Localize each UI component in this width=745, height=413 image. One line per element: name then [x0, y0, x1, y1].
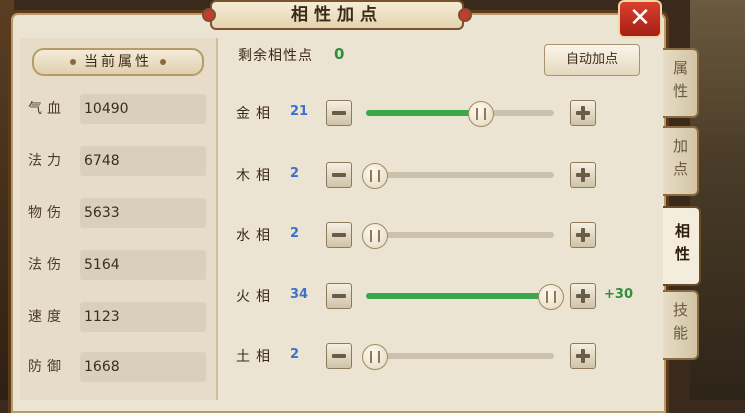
decrease-button[interactable] [326, 283, 352, 309]
attribute-label: 法力 [28, 153, 66, 169]
stat-slider[interactable] [366, 101, 554, 127]
attribute-value: 5633 [80, 198, 206, 228]
stat-value: 21 [290, 104, 309, 119]
close-button[interactable]: ✕ [618, 0, 662, 38]
stat-name: 火相 [236, 289, 276, 305]
current-attributes-header: 当前属性 [32, 48, 204, 76]
attribute-row-defense: 防御 1668 [28, 352, 214, 382]
slider-thumb[interactable] [361, 223, 388, 249]
stat-row-fire: 火相 34 +30 [236, 281, 656, 311]
tab-skills[interactable]: 技能 [663, 290, 699, 360]
slider-fill [366, 110, 480, 116]
attribute-label: 物伤 [28, 205, 66, 221]
decrease-button[interactable] [326, 100, 352, 126]
stat-value: 34 [290, 287, 309, 302]
attribute-row-hp: 气血 10490 [28, 94, 214, 124]
tab-affinity[interactable]: 相性 [663, 206, 701, 286]
slider-thumb[interactable] [361, 344, 388, 370]
ornament-dot-icon [160, 59, 166, 65]
increase-button[interactable] [570, 343, 596, 369]
increase-button[interactable] [570, 283, 596, 309]
slider-thumb[interactable] [361, 163, 388, 189]
decrease-button[interactable] [326, 222, 352, 248]
stat-slider[interactable] [361, 163, 554, 189]
attribute-label: 速度 [28, 309, 66, 325]
slider-fill [366, 293, 551, 299]
stat-slider[interactable] [361, 223, 554, 249]
attribute-row-speed: 速度 1123 [28, 302, 214, 332]
attribute-label: 气血 [28, 101, 66, 117]
remaining-points-label: 剩余相性点 [238, 48, 313, 64]
stat-value: 2 [290, 347, 300, 362]
stat-name: 木相 [236, 168, 276, 184]
attribute-row-mana: 法力 6748 [28, 146, 214, 176]
increase-button[interactable] [570, 100, 596, 126]
stat-name: 土相 [236, 349, 276, 365]
stat-name: 水相 [236, 228, 276, 244]
tab-attributes[interactable]: 属性 [663, 48, 699, 118]
increase-button[interactable] [570, 222, 596, 248]
attribute-label: 防御 [28, 359, 66, 375]
slider-thumb[interactable] [538, 284, 565, 310]
attribute-value: 1123 [80, 302, 206, 332]
current-attributes-title: 当前属性 [84, 54, 152, 70]
auto-allocate-button[interactable]: 自动加点 [544, 44, 640, 76]
attribute-value: 6748 [80, 146, 206, 176]
increase-button[interactable] [570, 162, 596, 188]
attribute-value: 5164 [80, 250, 206, 280]
attribute-value: 10490 [80, 94, 206, 124]
attribute-value: 1668 [80, 352, 206, 382]
stat-name: 金相 [236, 106, 276, 122]
stat-value: 2 [290, 226, 300, 241]
ornament-dot-icon [70, 59, 76, 65]
current-attributes-panel: 当前属性 气血 10490 法力 6748 物伤 5633 法伤 5164 速度… [20, 38, 218, 400]
stat-value: 2 [290, 166, 300, 181]
stat-row-metal: 金相 21 [236, 98, 656, 128]
attribute-row-magic-damage: 法伤 5164 [28, 250, 214, 280]
stat-row-earth: 土相 2 [236, 341, 656, 371]
stat-row-wood: 木相 2 [236, 160, 656, 190]
stat-slider[interactable] [366, 284, 565, 310]
attribute-row-physical-damage: 物伤 5633 [28, 198, 214, 228]
stat-row-water: 水相 2 [236, 220, 656, 250]
decrease-button[interactable] [326, 343, 352, 369]
window-title: 相性加点 [202, 0, 472, 30]
tab-add-points[interactable]: 加点 [663, 126, 699, 196]
stat-slider[interactable] [361, 344, 554, 370]
decrease-button[interactable] [326, 162, 352, 188]
attribute-label: 法伤 [28, 257, 66, 273]
slider-thumb[interactable] [467, 101, 494, 127]
stat-bonus: +30 [604, 287, 633, 302]
remaining-points-value: 0 [334, 45, 345, 63]
